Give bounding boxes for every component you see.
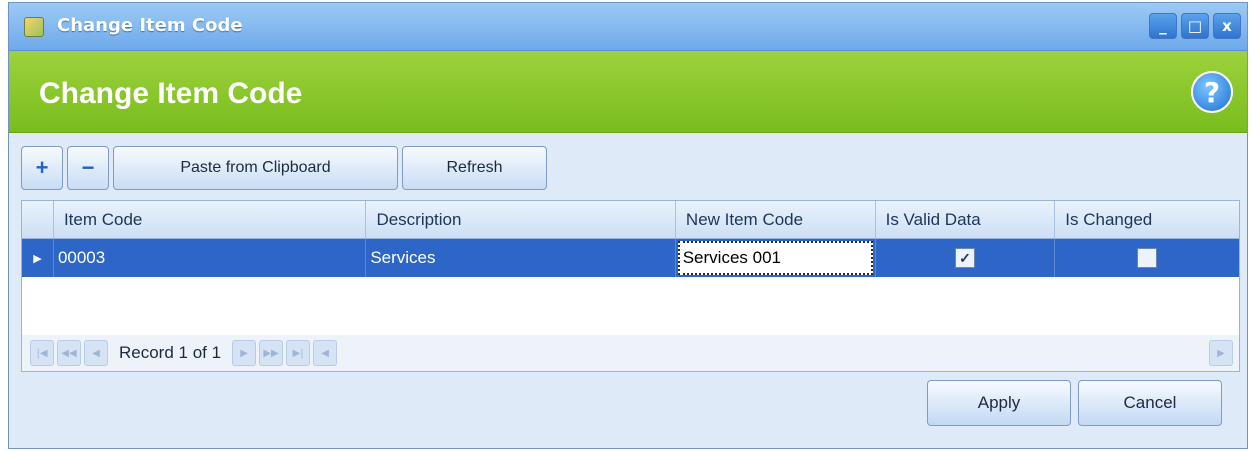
apply-button[interactable]: Apply xyxy=(927,380,1071,426)
minimize-button[interactable]: _ xyxy=(1149,13,1177,39)
item-code-grid: Item Code Description New Item Code Is V… xyxy=(21,200,1240,372)
page-header: Change Item Code ? xyxy=(9,51,1247,133)
page-title: Change Item Code xyxy=(39,77,303,110)
help-icon[interactable]: ? xyxy=(1191,71,1233,113)
next-record-icon[interactable]: ▶ xyxy=(232,340,257,366)
first-record-icon[interactable]: |◀ xyxy=(30,340,54,366)
column-header-new-item-code[interactable]: New Item Code xyxy=(676,201,876,238)
paste-from-clipboard-button[interactable]: Paste from Clipboard xyxy=(113,146,398,190)
window-controls: _ □ x xyxy=(1149,13,1241,39)
app-icon xyxy=(24,17,44,37)
column-header-description[interactable]: Description xyxy=(366,201,676,238)
window-title: Change Item Code xyxy=(57,15,243,36)
new-item-code-input[interactable]: Services 001 xyxy=(677,241,873,275)
next-page-icon[interactable]: ▶▶ xyxy=(259,340,284,366)
column-header-is-changed[interactable]: Is Changed xyxy=(1055,201,1239,238)
previous-page-icon[interactable]: ◀◀ xyxy=(57,340,81,366)
cell-item-code[interactable]: 00003 xyxy=(54,239,367,277)
table-row[interactable]: ▶ 00003 Services Services 001 ✓ xyxy=(22,239,1239,277)
is-valid-data-checkbox[interactable]: ✓ xyxy=(955,248,976,268)
toolbar: + − Paste from Clipboard Refresh xyxy=(21,146,547,190)
grid-header: Item Code Description New Item Code Is V… xyxy=(22,201,1239,239)
title-bar[interactable]: Change Item Code _ □ x xyxy=(9,3,1247,51)
previous-record-icon[interactable]: ◀ xyxy=(84,340,108,366)
refresh-button[interactable]: Refresh xyxy=(402,146,547,190)
remove-row-button[interactable]: − xyxy=(67,146,109,190)
add-row-button[interactable]: + xyxy=(21,146,63,190)
scroll-left-icon[interactable]: ◀ xyxy=(313,340,338,366)
cell-is-valid-data[interactable]: ✓ xyxy=(876,239,1056,277)
cell-new-item-code[interactable]: Services 001 xyxy=(676,239,876,277)
cell-description[interactable]: Services xyxy=(366,239,676,277)
is-changed-checkbox[interactable] xyxy=(1137,248,1158,268)
record-count: Record 1 of 1 xyxy=(119,343,222,362)
row-pointer-icon: ▶ xyxy=(22,239,54,277)
cancel-button[interactable]: Cancel xyxy=(1078,380,1222,426)
cell-is-changed[interactable] xyxy=(1055,239,1239,277)
close-button[interactable]: x xyxy=(1213,13,1241,39)
maximize-button[interactable]: □ xyxy=(1181,13,1209,39)
scroll-right-icon[interactable]: ▶ xyxy=(1209,340,1233,366)
row-indicator-header xyxy=(22,201,54,238)
column-header-item-code[interactable]: Item Code xyxy=(54,201,367,238)
change-item-code-window: Change Item Code _ □ x Change Item Code … xyxy=(8,2,1248,449)
last-record-icon[interactable]: ▶| xyxy=(286,340,311,366)
column-header-is-valid-data[interactable]: Is Valid Data xyxy=(876,201,1056,238)
record-navigator: |◀ ◀◀ ◀ Record 1 of 1 ▶ ▶▶ ▶| ◀ ▶ xyxy=(22,335,1239,371)
